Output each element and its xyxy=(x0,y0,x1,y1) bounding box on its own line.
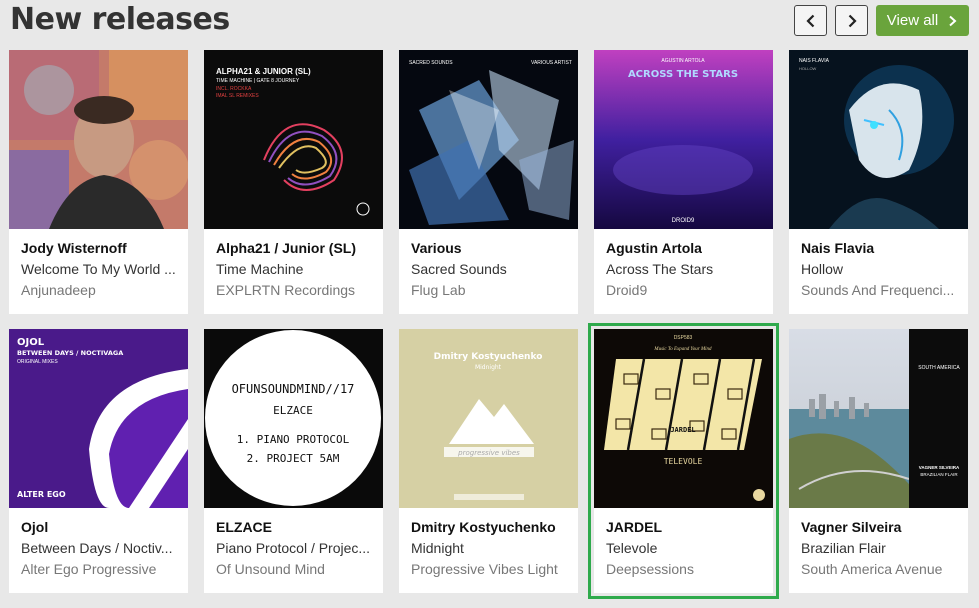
cover-text: BRAZILIAN FLAIR xyxy=(920,472,958,477)
view-all-button[interactable]: View all xyxy=(876,5,969,36)
release-cover[interactable]: AGUSTIN ARTOLA ACROSS THE STARS DROID9 xyxy=(594,50,773,229)
section-title: New releases xyxy=(10,2,230,37)
release-card-9[interactable]: DSP583 Music To Expand Your Mind JARDEL xyxy=(588,323,779,599)
cover-text: NAIS FLAVIA xyxy=(799,58,830,64)
release-label[interactable]: South America Avenue xyxy=(801,561,960,582)
cover-text: SOUTH AMERICA xyxy=(918,365,960,371)
release-card-6[interactable]: OJOL BETWEEN DAYS / NOCTIVAGA ORIGINAL M… xyxy=(9,329,188,593)
cover-text: ELZACE xyxy=(273,404,313,417)
release-cover[interactable]: SACRED SOUNDS VARIOUS ARTIST xyxy=(399,50,578,229)
release-cover[interactable]: SOUTH AMERICA VAGNER SILVEIRA BRAZILIAN … xyxy=(789,329,968,508)
cover-text: Dmitry Kostyuchenko xyxy=(434,352,543,362)
release-cover[interactable]: OFUNSOUNDMIND//17 ELZACE 1. PIANO PROTOC… xyxy=(204,329,383,508)
release-label[interactable]: Anjunadeep xyxy=(21,282,180,303)
cover-art-cyborg: NAIS FLAVIA HOLLOW xyxy=(789,50,968,229)
release-cover[interactable]: ALPHA21 & JUNIOR (SL) TIME MACHINE | GAT… xyxy=(204,50,383,229)
release-cover[interactable]: Dmitry Kostyuchenko Midnight progressive… xyxy=(399,329,578,508)
cover-art-vinyl: OFUNSOUNDMIND//17 ELZACE 1. PIANO PROTOC… xyxy=(204,329,383,508)
cover-art-city: SOUTH AMERICA VAGNER SILVEIRA BRAZILIAN … xyxy=(789,329,968,508)
release-card-7[interactable]: OFUNSOUNDMIND//17 ELZACE 1. PIANO PROTOC… xyxy=(204,329,383,593)
release-artist[interactable]: JARDEL xyxy=(606,519,765,540)
chevron-right-icon xyxy=(848,14,857,27)
cover-text: TIME MACHINE | GATE 8 JOURNEY xyxy=(216,78,300,84)
release-artist[interactable]: Dmitry Kostyuchenko xyxy=(411,519,570,540)
release-title[interactable]: Piano Protocol / Projec... xyxy=(216,540,375,561)
cover-text: DROID9 xyxy=(672,218,695,224)
release-label[interactable]: Droid9 xyxy=(606,282,765,303)
view-all-label: View all xyxy=(886,12,939,29)
cover-text: TELEVOLE xyxy=(664,457,703,466)
release-artist[interactable]: Various xyxy=(411,240,570,261)
cover-art-alter-ego: OJOL BETWEEN DAYS / NOCTIVAGA ORIGINAL M… xyxy=(9,329,188,508)
release-artist[interactable]: Alpha21 / Junior (SL) xyxy=(216,240,375,261)
release-label[interactable]: EXPLRTN Recordings xyxy=(216,282,375,303)
cover-text: HOLLOW xyxy=(799,66,817,71)
chevron-right-icon xyxy=(949,15,957,26)
release-card-10[interactable]: SOUTH AMERICA VAGNER SILVEIRA BRAZILIAN … xyxy=(789,329,968,593)
cover-text: VARIOUS ARTIST xyxy=(531,60,572,66)
release-title[interactable]: Brazilian Flair xyxy=(801,540,960,561)
release-cover[interactable]: DSP583 Music To Expand Your Mind JARDEL xyxy=(594,329,773,508)
release-cover[interactable]: NAIS FLAVIA HOLLOW xyxy=(789,50,968,229)
cover-text: AGUSTIN ARTOLA xyxy=(661,58,705,64)
cover-text: progressive vibes xyxy=(457,449,520,457)
release-artist[interactable]: Agustin Artola xyxy=(606,240,765,261)
release-card-4[interactable]: AGUSTIN ARTOLA ACROSS THE STARS DROID9 A… xyxy=(594,50,773,314)
release-title[interactable]: Midnight xyxy=(411,540,570,561)
previous-button[interactable] xyxy=(794,5,827,36)
cover-text: Music To Expand Your Mind xyxy=(653,347,712,352)
release-card-2[interactable]: ALPHA21 & JUNIOR (SL) TIME MACHINE | GAT… xyxy=(204,50,383,314)
release-title[interactable]: Across The Stars xyxy=(606,261,765,282)
cover-art-mountain: Dmitry Kostyuchenko Midnight progressive… xyxy=(399,329,578,508)
release-label[interactable]: Of Unsound Mind xyxy=(216,561,375,582)
release-title[interactable]: Between Days / Noctiv... xyxy=(21,540,180,561)
section-header: New releases View all xyxy=(0,0,979,44)
release-label[interactable]: Progressive Vibes Light xyxy=(411,561,570,582)
release-cover[interactable]: OJOL BETWEEN DAYS / NOCTIVAGA ORIGINAL M… xyxy=(9,329,188,508)
cover-text: VAGNER SILVEIRA xyxy=(919,465,960,470)
release-card-8[interactable]: Dmitry Kostyuchenko Midnight progressive… xyxy=(399,329,578,593)
cover-text: ACROSS THE STARS xyxy=(628,69,738,80)
next-button[interactable] xyxy=(835,5,868,36)
cover-art-televole: DSP583 Music To Expand Your Mind JARDEL xyxy=(594,329,773,508)
cover-text: 2. PROJECT 5AM xyxy=(247,452,340,465)
release-artist[interactable]: Ojol xyxy=(21,519,180,540)
release-artist[interactable]: Nais Flavia xyxy=(801,240,960,261)
cover-text: 1. PIANO PROTOCOL xyxy=(237,433,350,446)
release-title[interactable]: Sacred Sounds xyxy=(411,261,570,282)
release-title[interactable]: Hollow xyxy=(801,261,960,282)
cover-text: OJOL xyxy=(17,337,45,348)
release-label[interactable]: Deepsessions xyxy=(606,561,765,582)
release-title[interactable]: Welcome To My World ... xyxy=(21,261,180,282)
cover-text: Midnight xyxy=(475,364,502,371)
cover-text: SACRED SOUNDS xyxy=(409,60,453,66)
cover-text: BETWEEN DAYS / NOCTIVAGA xyxy=(17,349,123,357)
cover-text: INCL. ROCKKA xyxy=(216,86,252,92)
release-card-5[interactable]: NAIS FLAVIA HOLLOW Nais Flavia Hollow So… xyxy=(789,50,968,314)
chevron-left-icon xyxy=(805,14,814,27)
cover-text: JARDEL xyxy=(670,426,695,434)
release-label[interactable]: Sounds And Frequenci... xyxy=(801,282,960,303)
release-artist[interactable]: Jody Wisternoff xyxy=(21,240,180,261)
cover-text: ALTER EGO xyxy=(17,490,66,499)
cover-text: ALPHA21 & JUNIOR (SL) xyxy=(216,67,311,76)
release-label[interactable]: Alter Ego Progressive xyxy=(21,561,180,582)
cover-text: DSP583 xyxy=(674,335,693,341)
release-card-3[interactable]: SACRED SOUNDS VARIOUS ARTIST Various Sac… xyxy=(399,50,578,314)
cover-art-swirl: ALPHA21 & JUNIOR (SL) TIME MACHINE | GAT… xyxy=(204,50,383,229)
release-cover[interactable] xyxy=(9,50,188,229)
cover-art-portrait xyxy=(9,50,188,229)
release-artist[interactable]: ELZACE xyxy=(216,519,375,540)
release-label[interactable]: Flug Lab xyxy=(411,282,570,303)
cover-text: IMAL SL REMIXES xyxy=(216,93,259,99)
cover-text: ORIGINAL MIXES xyxy=(17,359,58,365)
release-title[interactable]: Televole xyxy=(606,540,765,561)
release-artist[interactable]: Vagner Silveira xyxy=(801,519,960,540)
release-title[interactable]: Time Machine xyxy=(216,261,375,282)
cover-art-stars: AGUSTIN ARTOLA ACROSS THE STARS DROID9 xyxy=(594,50,773,229)
cover-art-glass: SACRED SOUNDS VARIOUS ARTIST xyxy=(399,50,578,229)
cover-text: OFUNSOUNDMIND//17 xyxy=(232,382,355,396)
release-card-1[interactable]: Jody Wisternoff Welcome To My World ... … xyxy=(9,50,188,314)
